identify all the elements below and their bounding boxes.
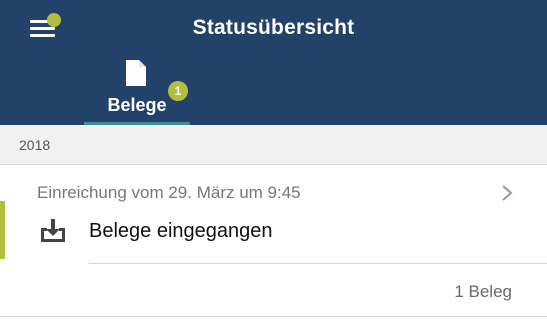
- divider: [0, 316, 547, 317]
- tab-belege[interactable]: 1 Belege: [84, 55, 190, 125]
- chevron-right-icon[interactable]: [501, 184, 513, 202]
- app-header: Statusübersicht 1 Belege: [0, 0, 547, 125]
- submission-date: Einreichung vom 29. März um 9:45: [37, 183, 301, 202]
- inbox-download-icon: [41, 219, 65, 242]
- divider: [89, 263, 547, 264]
- document-count: 1 Beleg: [454, 282, 512, 301]
- status-accent-bar: [0, 201, 5, 259]
- entry-title: Belege eingegangen: [89, 220, 273, 242]
- tab-label: Belege: [107, 95, 167, 115]
- document-icon: [126, 60, 146, 86]
- year-label: 2018: [19, 137, 51, 153]
- status-entry[interactable]: Einreichung vom 29. März um 9:45 Belege …: [0, 166, 547, 316]
- page-title: Statusübersicht: [192, 16, 355, 39]
- year-section-header: 2018: [0, 125, 547, 165]
